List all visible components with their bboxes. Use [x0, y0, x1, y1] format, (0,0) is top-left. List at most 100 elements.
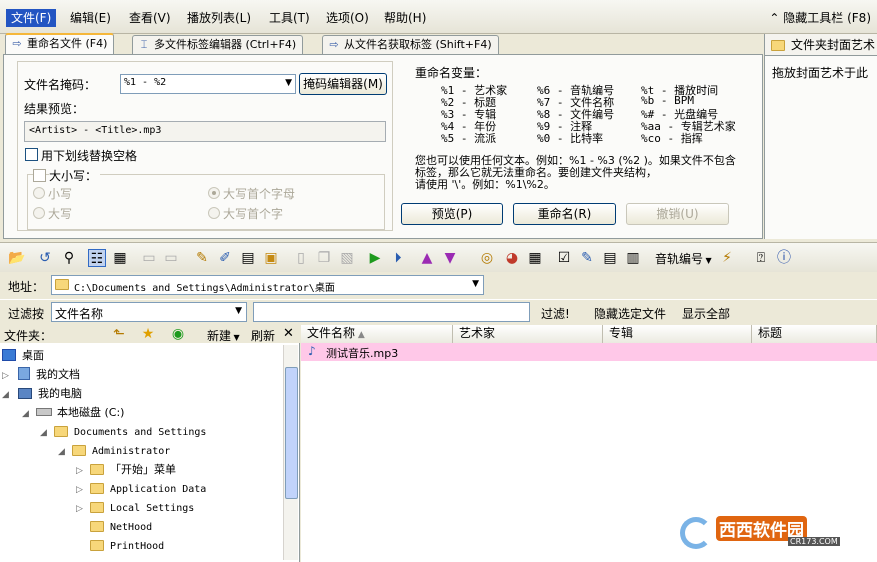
column-header-artist[interactable]: 艺术家 — [453, 325, 603, 343]
folder-icon — [55, 279, 69, 290]
radio-uppercase[interactable] — [33, 207, 45, 219]
menu-help[interactable]: 帮助(H) — [379, 9, 431, 27]
auto-number-icon[interactable]: ⚡ — [718, 249, 736, 267]
rename-button[interactable]: 重命名(R) — [513, 203, 616, 225]
tree-item-local-settings[interactable]: ▷ Local Settings — [76, 499, 194, 517]
favorites-star-icon[interactable]: ★ — [139, 325, 157, 343]
tree-item-administrator[interactable]: ◢ Administrator — [58, 442, 170, 460]
folder-tree: 桌面 ▷ 我的文档 ◢ 我的电脑 ◢ 本地磁盘 (C:) ◢ Documents and… — [0, 343, 300, 562]
tree-item-my-computer[interactable]: ◢ 我的电脑 — [2, 385, 82, 403]
menu-view[interactable]: 查看(V) — [124, 9, 176, 27]
cd-icon[interactable]: ◎ — [478, 249, 496, 267]
close-icon[interactable]: ✕ — [283, 326, 294, 341]
folder-pane-label: 文件夹： — [4, 329, 53, 343]
navigate-icon[interactable]: ◉ — [169, 325, 187, 343]
web-lookup-icon[interactable]: ◕ — [503, 249, 521, 267]
tree-scrollbar[interactable] — [283, 345, 298, 560]
column-header-album[interactable]: 专辑 — [603, 325, 752, 343]
filter-button[interactable]: 过滤! — [541, 305, 570, 322]
cut-icon[interactable]: ▯ — [292, 249, 310, 267]
help-icon[interactable]: ⍰ — [752, 249, 770, 267]
tab-multi-tag-editor[interactable]: ⌶ 多文件标签编辑器 (Ctrl+F4) — [132, 35, 304, 55]
document-icon[interactable]: ▤ — [239, 249, 257, 267]
open-folder-icon[interactable]: 📂 — [8, 249, 26, 267]
tree-item-start-menu[interactable]: ▷ 「开始」菜单 — [76, 461, 176, 479]
convert-icon[interactable]: ✎ — [578, 249, 596, 267]
edit-tag-icon[interactable]: ✐ — [216, 249, 234, 267]
paste-icon[interactable]: ▧ — [338, 249, 356, 267]
folder-disabled-icon[interactable]: ▭ — [140, 249, 158, 267]
menu-tools[interactable]: 工具(T) — [264, 9, 315, 27]
info-icon[interactable]: ⓘ — [775, 249, 793, 267]
play-selected-icon[interactable]: ⏵ — [389, 249, 407, 267]
hide-selected-button[interactable]: 隐藏选定文件 — [594, 305, 666, 322]
folder-icon[interactable]: ▣ — [262, 249, 280, 267]
search-icon[interactable]: ⚲ — [60, 249, 78, 267]
track-number-dropdown[interactable]: 音轨编号 ▼ — [655, 250, 712, 267]
expand-arrow-icon: ▷ — [76, 504, 83, 514]
chevron-down-icon: ▼ — [703, 256, 712, 265]
column-header-title[interactable]: 标题 — [752, 325, 877, 343]
filter-bar: 过滤按 文件名称 ▼ 过滤! 隐藏选定文件 显示全部 — [0, 299, 877, 324]
filter-input[interactable] — [253, 302, 530, 322]
copy-icon[interactable]: ❐ — [315, 249, 333, 267]
mask-editor-button[interactable]: 掩码编辑器(M) — [299, 73, 387, 95]
tree-item-printhood[interactable]: PrintHood — [90, 537, 164, 555]
cover-art-header: 文件夹封面艺术 — [765, 34, 877, 56]
cover-art-panel: 文件夹封面艺术 拖放封面艺术于此 — [764, 34, 877, 239]
move-down-icon[interactable]: ▼ — [441, 249, 459, 267]
hide-toolbar-button[interactable]: ⌃ 隐藏工具栏 (F8) — [769, 9, 871, 26]
radio-capitalize-first-word[interactable] — [208, 207, 220, 219]
radio-lowercase[interactable] — [33, 187, 45, 199]
mask-dropdown[interactable]: %1 - %2 ▼ — [120, 74, 296, 94]
tree-view-icon[interactable]: ☷ — [88, 249, 106, 267]
watermark-logo: 西西软件园 CR173.COM — [680, 513, 855, 553]
calculator-icon[interactable]: ▦ — [526, 249, 544, 267]
menu-edit[interactable]: 编辑(E) — [65, 9, 116, 27]
chevron-down-icon: ▼ — [285, 78, 292, 88]
underscore-checkbox[interactable] — [25, 148, 38, 161]
tab-tag-from-filename[interactable]: ⇨ 从文件名获取标签 (Shift+F4) — [322, 35, 499, 55]
folder-icon — [90, 521, 104, 532]
folder-icon — [90, 502, 104, 513]
case-checkbox[interactable] — [33, 169, 46, 182]
menu-playlist[interactable]: 播放列表(L) — [182, 9, 256, 27]
grid-view-icon[interactable]: ▦ — [111, 249, 129, 267]
scrollbar-thumb[interactable] — [285, 367, 298, 499]
tree-item-desktop[interactable]: 桌面 — [2, 347, 44, 365]
variable-item: %co - 指挥 — [641, 132, 703, 145]
tree-item-my-documents[interactable]: ▷ 我的文档 — [2, 366, 80, 384]
tree-item-local-disk[interactable]: ◢ 本地磁盘 (C:) — [22, 404, 124, 422]
list-item[interactable]: ♪ 测试音乐.mp3 — [301, 343, 877, 361]
expand-arrow-icon: ▷ — [2, 371, 9, 381]
collapse-arrow-icon: ◢ — [58, 447, 65, 457]
desktop-icon — [2, 349, 16, 361]
tree-item-documents-and-settings[interactable]: ◢ Documents and Settings — [40, 423, 206, 441]
tag-check-icon[interactable]: ☑ — [555, 249, 573, 267]
filter-field-dropdown[interactable]: 文件名称 ▼ — [51, 302, 247, 322]
address-input[interactable]: C:\Documents and Settings\Administrator\… — [51, 275, 484, 295]
tab-rename[interactable]: ⇨ 重命名文件 (F4) — [5, 33, 115, 56]
preview-button[interactable]: 预览(P) — [401, 203, 503, 225]
music-note-icon: ♪ — [308, 344, 316, 358]
menu-options[interactable]: 选项(O) — [321, 9, 374, 27]
folder-disabled-icon-2[interactable]: ▭ — [162, 249, 180, 267]
new-button[interactable]: 新建 ▼ — [207, 327, 240, 344]
show-all-button[interactable]: 显示全部 — [682, 305, 730, 322]
undo-button[interactable]: 撤销(U) — [626, 203, 729, 225]
tree-item-application-data[interactable]: ▷ Application Data — [76, 480, 206, 498]
column-header-filename[interactable]: 文件名称 ▲ — [301, 325, 453, 343]
playlist-icon[interactable]: ▥ — [624, 249, 642, 267]
pencil-icon[interactable]: ✎ — [193, 249, 211, 267]
chevron-down-icon: ▼ — [231, 333, 240, 342]
refresh-button[interactable]: 刷新 — [251, 327, 275, 344]
folder-up-icon[interactable]: ⬑ — [110, 325, 128, 343]
refresh-icon[interactable]: ↺ — [36, 249, 54, 267]
menu-file[interactable]: 文件(F) — [6, 9, 57, 27]
radio-capitalize-first-letter[interactable] — [208, 187, 220, 199]
tree-item-nethood[interactable]: NetHood — [90, 518, 152, 536]
move-up-icon[interactable]: ▲ — [418, 249, 436, 267]
export-icon[interactable]: ▤ — [601, 249, 619, 267]
note-line-3: 请使用 '\'。例如：%1\%2。 — [415, 178, 555, 191]
play-icon[interactable]: ▶ — [366, 249, 384, 267]
